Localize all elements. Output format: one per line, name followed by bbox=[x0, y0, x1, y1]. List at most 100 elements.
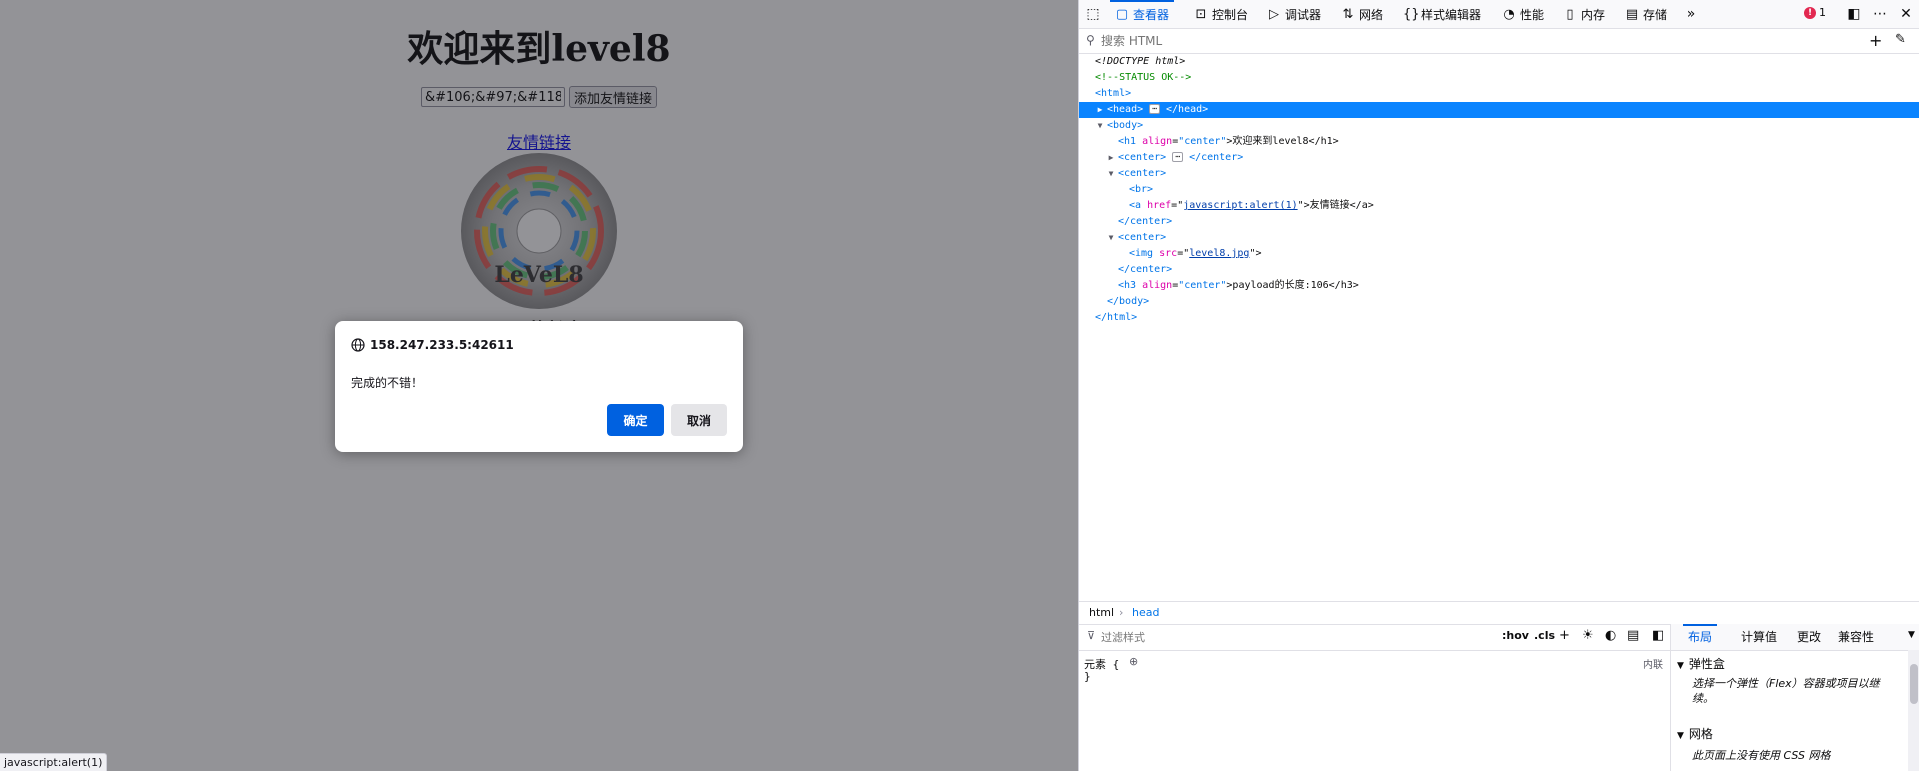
tab-computed[interactable]: 计算值 bbox=[1741, 624, 1777, 650]
element-picker-icon[interactable]: ⬚ bbox=[1084, 5, 1102, 23]
node-highlight-icon[interactable]: ⊕ bbox=[1129, 655, 1138, 668]
breadcrumb-item-html[interactable]: html bbox=[1089, 602, 1114, 624]
markup-line[interactable]: ▶ <center> ⋯ </center> bbox=[1079, 150, 1919, 166]
breadcrumb: html › head bbox=[1079, 601, 1919, 625]
attr-name: align bbox=[1142, 280, 1173, 291]
href-value-link[interactable]: javascript:alert(1) bbox=[1183, 200, 1297, 211]
tab-debugger[interactable]: ▷ 调试器 bbox=[1267, 0, 1321, 28]
center-close-node: </center> bbox=[1189, 152, 1244, 163]
tab-memory[interactable]: ▯ 内存 bbox=[1563, 0, 1605, 28]
collapsed-ellipsis-icon[interactable]: ⋯ bbox=[1149, 104, 1160, 114]
head-close-node: </head> bbox=[1166, 104, 1209, 115]
add-node-icon[interactable]: + bbox=[1869, 31, 1882, 50]
markup-line[interactable]: <a href="javascript:alert(1)">友情链接</a> bbox=[1079, 198, 1919, 214]
grid-message: 此页面上没有使用 CSS 网格 bbox=[1692, 749, 1831, 762]
filter-styles-input[interactable] bbox=[1101, 629, 1401, 645]
dock-side-icon[interactable]: ◧ bbox=[1845, 5, 1863, 23]
attr-name: href bbox=[1147, 200, 1172, 211]
collapse-arrow-icon[interactable]: ▼ bbox=[1106, 230, 1116, 246]
markup-line[interactable]: <br> bbox=[1079, 182, 1919, 198]
comment-node: <!--STATUS OK--> bbox=[1095, 72, 1192, 83]
storage-icon: ▤ bbox=[1625, 6, 1639, 22]
src-value-link[interactable]: level8.jpg bbox=[1189, 248, 1249, 259]
tab-label: 内存 bbox=[1581, 7, 1606, 22]
markup-line[interactable]: ▼ <body> bbox=[1079, 118, 1919, 134]
collapsed-ellipsis-icon[interactable]: ⋯ bbox=[1172, 152, 1184, 162]
dark-mode-icon[interactable]: ◐ bbox=[1605, 628, 1616, 643]
html-node: <html> bbox=[1095, 88, 1132, 99]
ok-button[interactable]: 确定 bbox=[607, 404, 664, 436]
tab-style-editor[interactable]: {} 样式编辑器 bbox=[1403, 0, 1481, 28]
close-icon[interactable]: ✕ bbox=[1897, 5, 1915, 23]
add-rule-icon[interactable]: + bbox=[1559, 628, 1570, 643]
flexbox-section-header[interactable]: ▼ 弹性盒 bbox=[1677, 655, 1725, 672]
expand-arrow-icon[interactable]: ▶ bbox=[1106, 150, 1116, 166]
hov-toggle[interactable]: :hov bbox=[1502, 629, 1529, 642]
tab-network[interactable]: ⇅ 网络 bbox=[1341, 0, 1383, 28]
scrollbar-thumb[interactable] bbox=[1910, 664, 1918, 704]
more-tabs-icon[interactable]: » bbox=[1682, 5, 1700, 23]
tab-changes[interactable]: 更改 bbox=[1797, 624, 1821, 650]
expand-arrow-icon[interactable]: ▶ bbox=[1095, 102, 1105, 118]
markup-line[interactable]: </center> bbox=[1079, 214, 1919, 230]
toggle-sidebar-icon[interactable]: ◧ bbox=[1652, 628, 1664, 643]
chevron-down-icon: ▼ bbox=[1677, 661, 1684, 671]
tab-compatibility[interactable]: 兼容性 bbox=[1838, 624, 1874, 650]
markup-line[interactable]: <h3 align="center">payload的长度:106</h3> bbox=[1079, 278, 1919, 294]
breadcrumb-separator-icon: › bbox=[1119, 606, 1124, 619]
collapse-arrow-icon[interactable]: ▼ bbox=[1095, 118, 1105, 134]
markup-line[interactable]: ▼ <center> bbox=[1079, 230, 1919, 246]
cancel-button[interactable]: 取消 bbox=[671, 404, 727, 436]
grid-section-header[interactable]: ▼ 网格 bbox=[1677, 725, 1713, 742]
center-node: <center> bbox=[1118, 168, 1167, 179]
markup-line[interactable]: <h1 align="center">欢迎来到level8</h1> bbox=[1079, 134, 1919, 150]
memory-icon: ▯ bbox=[1566, 6, 1574, 22]
h3-text: >payload的长度:106</h3> bbox=[1226, 280, 1359, 291]
html-search-row: ⚲ + ✎ bbox=[1079, 29, 1919, 54]
side-scrollbar[interactable] bbox=[1908, 650, 1919, 771]
markup-line[interactable]: <!DOCTYPE html> bbox=[1079, 54, 1919, 70]
markup-line[interactable]: <html> bbox=[1079, 86, 1919, 102]
tab-layout[interactable]: 布局 bbox=[1682, 624, 1718, 650]
tab-performance[interactable]: ◔ 性能 bbox=[1502, 0, 1544, 28]
rules-pane: ⊽ :hov .cls + ☀ ◐ ▤ ◧ 元素 { ⊕ 内联 } bbox=[1079, 624, 1671, 771]
grid-title: 网格 bbox=[1688, 727, 1713, 741]
markup-line[interactable]: </html> bbox=[1079, 310, 1919, 326]
center-close-node: </center> bbox=[1118, 264, 1173, 275]
layout-side-pane: 布局 计算值 更改 兼容性 ▼ ▼ 弹性盒 选择一个弹性（Flex）容器或项目以继… bbox=[1671, 624, 1919, 771]
flexbox-message: 选择一个弹性（Flex）容器或项目以继续。 bbox=[1692, 677, 1880, 705]
markup-line[interactable]: </center> bbox=[1079, 262, 1919, 278]
overflow-menu-icon[interactable]: ⋯ bbox=[1871, 5, 1889, 23]
collapse-arrow-icon[interactable]: ▼ bbox=[1106, 166, 1116, 182]
alert-message: 完成的不错！ bbox=[351, 376, 424, 390]
attr-name: align bbox=[1142, 136, 1173, 147]
devtools-panel: ⬚ ▢ 查看器 ⊡ 控制台 ▷ 调试器 ⇅ 网络 {} 样式编辑器 ◔ 性能 ▯… bbox=[1078, 0, 1919, 771]
a-tag: <a bbox=[1129, 200, 1142, 211]
center-close-node: </center> bbox=[1118, 216, 1173, 227]
markup-line-selected[interactable]: ▶ <head> ⋯ </head> bbox=[1079, 102, 1919, 118]
markup-tree: <!DOCTYPE html> <!--STATUS OK--> <html> … bbox=[1079, 54, 1919, 596]
markup-line[interactable]: <img src="level8.jpg"> bbox=[1079, 246, 1919, 262]
doctype-node: <!DOCTYPE html> bbox=[1095, 56, 1186, 67]
cls-toggle[interactable]: .cls bbox=[1534, 629, 1555, 642]
breadcrumb-item-head[interactable]: head bbox=[1132, 602, 1159, 624]
print-media-icon[interactable]: ▤ bbox=[1627, 628, 1639, 643]
markup-line[interactable]: </body> bbox=[1079, 294, 1919, 310]
page-viewport: 欢迎来到level8 添加友情链接 友情链接 LeVeL8 payl bbox=[0, 0, 1078, 771]
error-count-badge[interactable]: ! 1 bbox=[1804, 6, 1826, 19]
eyedropper-icon[interactable]: ✎ bbox=[1895, 32, 1906, 47]
filter-icon: ⊽ bbox=[1087, 629, 1096, 642]
debugger-icon: ▷ bbox=[1269, 6, 1279, 22]
light-mode-icon[interactable]: ☀ bbox=[1582, 628, 1594, 643]
chevron-down-icon[interactable]: ▼ bbox=[1908, 630, 1915, 640]
tab-label: 存储 bbox=[1643, 7, 1668, 22]
markup-line[interactable]: <!--STATUS OK--> bbox=[1079, 70, 1919, 86]
tab-console[interactable]: ⊡ 控制台 bbox=[1194, 0, 1248, 28]
html-close-node: </html> bbox=[1095, 312, 1138, 323]
tab-storage[interactable]: ▤ 存储 bbox=[1625, 0, 1667, 28]
tab-inspector[interactable]: ▢ 查看器 bbox=[1109, 0, 1175, 28]
alert-origin: 158.247.233.5:42611 bbox=[351, 338, 514, 352]
performance-icon: ◔ bbox=[1503, 6, 1515, 22]
markup-line[interactable]: ▼ <center> bbox=[1079, 166, 1919, 182]
html-search-input[interactable] bbox=[1101, 32, 1801, 49]
